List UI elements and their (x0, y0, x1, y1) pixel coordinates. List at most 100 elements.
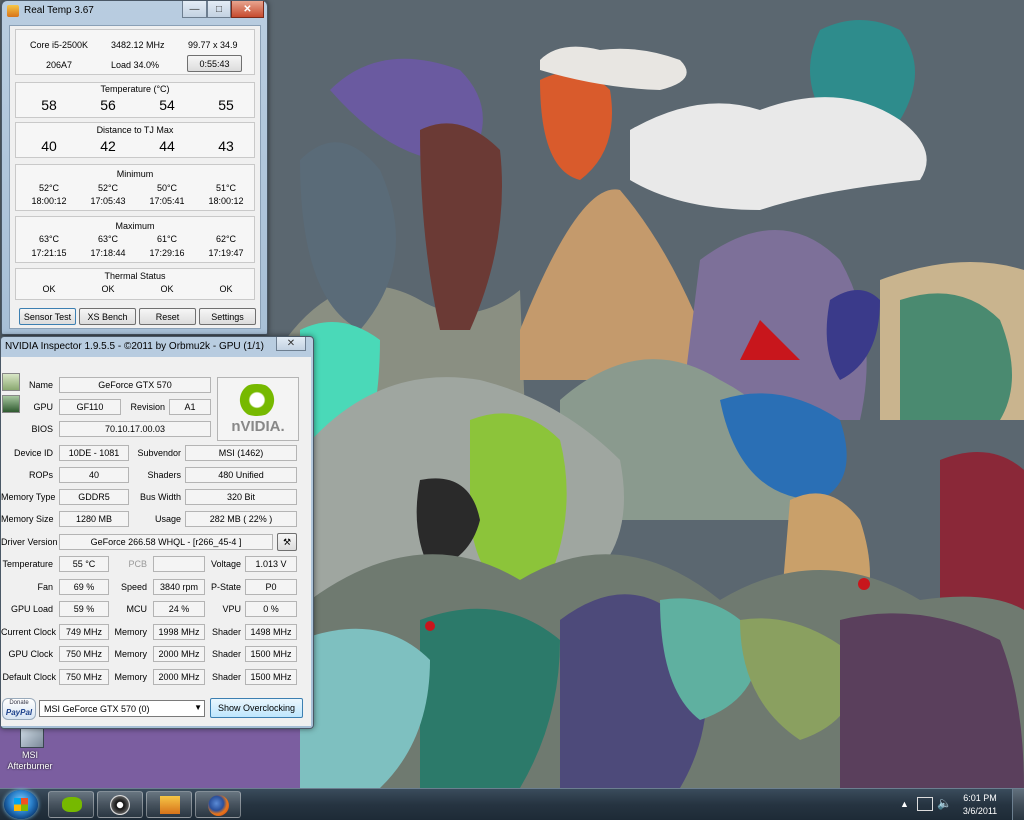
label-usage: Usage (154, 514, 181, 524)
core-distance-0: 40 (41, 138, 57, 154)
nvidia-icon (62, 797, 82, 812)
temperature-box: Temperature (°C) 58 56 54 55 (15, 82, 255, 118)
thermal-status-2: OK (160, 284, 174, 294)
gpu-load-field: 59 % (59, 601, 109, 617)
core-temp-1: 56 (100, 97, 116, 113)
label-gpu-memory: Memory (114, 649, 147, 659)
label-gpu-load: GPU Load (10, 604, 53, 614)
max-time-2: 17:29:16 (149, 248, 185, 258)
label-rops: ROPs (28, 470, 53, 480)
inspector-titlebar[interactable]: NVIDIA Inspector 1.9.5.5 - ©2011 by Orbm… (1, 337, 313, 357)
realtemp-titlebar[interactable]: Real Temp 3.67 — □ ✕ (2, 1, 267, 21)
subvendor-field: MSI (1462) (185, 445, 297, 461)
label-default-memory: Memory (114, 672, 147, 682)
settings-button[interactable]: Settings (199, 308, 256, 325)
current-shader-field: 1498 MHz (245, 624, 297, 640)
label-memory-type: Memory Type (1, 492, 56, 502)
show-overclocking-button[interactable]: Show Overclocking (210, 698, 303, 718)
cpu-code: 206A7 (46, 60, 73, 70)
elapsed-time-button[interactable]: 0:55:43 (187, 55, 242, 72)
shaders-field: 480 Unified (185, 467, 297, 483)
taskbar-firefox-button[interactable] (195, 791, 241, 818)
chevron-down-icon: ▼ (194, 703, 202, 712)
voltage-field: 1.013 V (245, 556, 297, 572)
label-memory-size: Memory Size (1, 514, 54, 524)
label-speed: Speed (120, 582, 147, 592)
realtemp-client: Core i5-2500K 3482.12 MHz 99.77 x 34.9 2… (9, 25, 261, 329)
gpu-revision-field: A1 (169, 399, 211, 415)
label-vpu: VPU (222, 604, 241, 614)
min-temp-2: 50°C (156, 183, 178, 193)
core-distance-1: 42 (100, 138, 116, 154)
network-icon[interactable] (917, 797, 933, 811)
msi-afterburner-desktop-icon[interactable]: MSI Afterburner (7, 724, 53, 776)
label-bios: BIOS (31, 424, 53, 434)
label-voltage: Voltage (210, 559, 241, 569)
cpu-model: Core i5-2500K (30, 40, 89, 50)
cpu-mhz: 3482.12 MHz (111, 40, 165, 50)
thermal-status-0: OK (42, 284, 56, 294)
max-temp-1: 63°C (97, 234, 119, 244)
clock-date[interactable]: 3/6/2011 (955, 806, 1005, 816)
bios-field: 70.10.17.00.03 (59, 421, 211, 437)
core-temp-0: 58 (41, 97, 57, 113)
label-name: Name (28, 380, 53, 390)
donate-label: Donate (9, 700, 29, 706)
maximize-icon: □ (215, 3, 223, 15)
label-revision: Revision (130, 402, 165, 412)
label-bus-width: Bus Width (139, 492, 181, 502)
label-pstate: P-State (210, 582, 241, 592)
gpu-select-dropdown[interactable]: MSI GeForce GTX 570 (0) ▼ (39, 700, 205, 717)
close-icon: ✕ (243, 3, 252, 15)
desktop-icon-label-line2: Afterburner (7, 761, 53, 771)
min-time-0: 18:00:12 (31, 196, 67, 206)
label-device-id: Device ID (13, 448, 53, 458)
volume-icon[interactable]: 🔈 (937, 796, 952, 810)
max-time-0: 17:21:15 (31, 248, 67, 258)
minimum-box: Minimum 52°C 52°C 50°C 51°C 18:00:12 17:… (15, 164, 255, 211)
max-temp-0: 63°C (38, 234, 60, 244)
gpu-select-value: MSI GeForce GTX 570 (0) (44, 704, 150, 714)
clock-time[interactable]: 6:01 PM (955, 793, 1005, 803)
gpu-clock-field: 750 MHz (59, 646, 109, 662)
driver-tools-button[interactable]: ⚒ (277, 533, 297, 551)
core-distance-2: 44 (159, 138, 175, 154)
nvidia-eye-icon (234, 384, 280, 416)
max-temp-3: 62°C (215, 234, 237, 244)
maximize-button[interactable]: □ (207, 1, 231, 18)
inspector-close-button[interactable]: ✕ (276, 337, 306, 351)
default-shader-field: 1500 MHz (245, 669, 297, 685)
firefox-icon (208, 795, 229, 816)
gpu-shader-field: 1500 MHz (245, 646, 297, 662)
close-button[interactable]: ✕ (231, 1, 264, 18)
sensor-test-button[interactable]: Sensor Test (19, 308, 76, 325)
inspector-title: NVIDIA Inspector 1.9.5.5 - ©2011 by Orbm… (5, 341, 264, 352)
distance-header: Distance to TJ Max (96, 125, 174, 135)
rops-field: 40 (59, 467, 129, 483)
label-default-shader: Shader (211, 672, 241, 682)
device-id-field: 10DE - 1081 (59, 445, 129, 461)
inspector-client: Name GeForce GTX 570 GPU GF110 Revision … (1, 357, 311, 726)
donate-paypal-button[interactable]: Donate PayPal (2, 698, 36, 720)
fan-field: 69 % (59, 579, 109, 595)
realtemp-window: Real Temp 3.67 — □ ✕ Core i5-2500K 3482.… (1, 0, 268, 335)
default-memory-field: 2000 MHz (153, 669, 205, 685)
reset-button[interactable]: Reset (139, 308, 196, 325)
show-hidden-icons-icon[interactable]: ▲ (900, 799, 909, 809)
nvidia-logo-text: nVIDIA. (231, 418, 285, 435)
start-button[interactable] (4, 790, 38, 819)
taskbar-gpu-tool-button[interactable] (97, 791, 143, 818)
thermal-status-1: OK (101, 284, 115, 294)
minimize-button[interactable]: — (182, 1, 207, 18)
taskbar-nvidia-button[interactable] (48, 791, 94, 818)
show-desktop-button[interactable] (1012, 789, 1024, 820)
xs-bench-button[interactable]: XS Bench (79, 308, 136, 325)
minimize-icon: — (189, 3, 200, 15)
taskbar-realtemp-button[interactable] (146, 791, 192, 818)
core-temp-2: 54 (159, 97, 175, 113)
core-temp-3: 55 (218, 97, 234, 113)
label-gpu-shader: Shader (211, 649, 241, 659)
realtemp-icon (160, 796, 180, 814)
fan-speed-field: 3840 rpm (153, 579, 205, 595)
min-temp-3: 51°C (215, 183, 237, 193)
